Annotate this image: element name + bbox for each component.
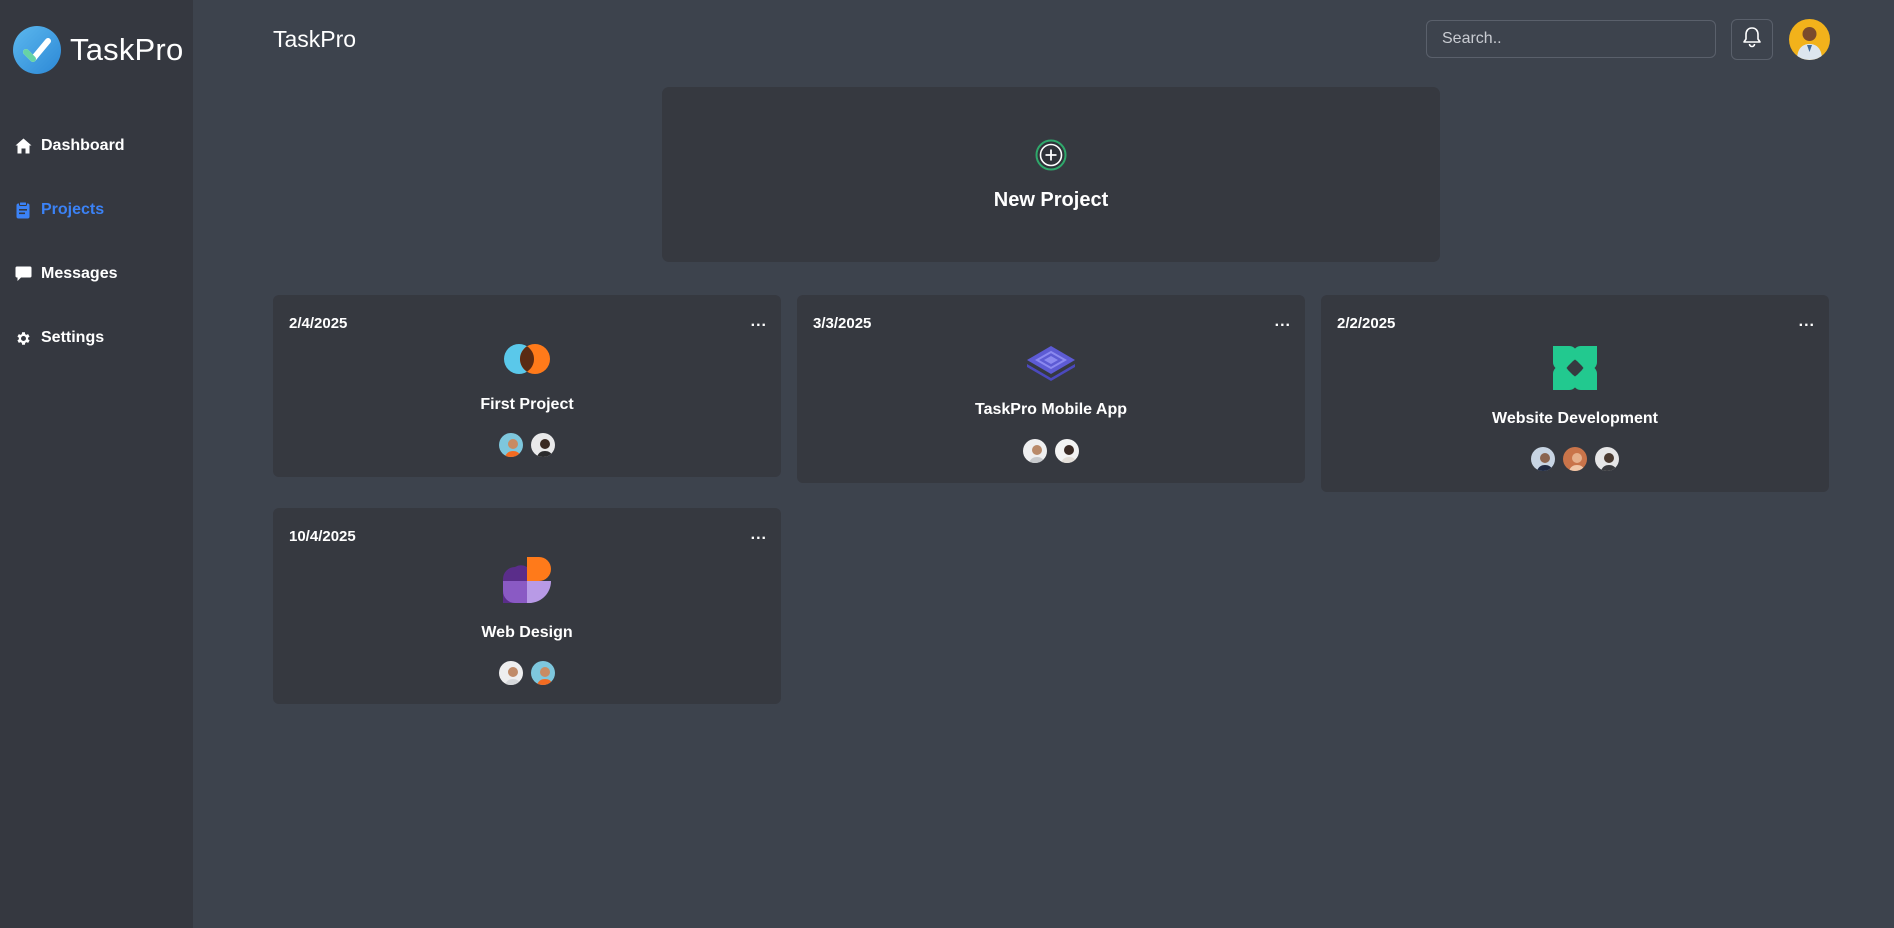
member-avatars xyxy=(273,431,781,459)
user-avatar[interactable] xyxy=(1789,19,1830,60)
member-avatars xyxy=(1321,445,1829,473)
more-options-button[interactable]: ... xyxy=(1799,313,1815,331)
more-options-button[interactable]: ... xyxy=(751,526,767,544)
brand-name: TaskPro xyxy=(70,32,184,67)
project-date: 3/3/2025 xyxy=(813,315,872,332)
member-avatars xyxy=(273,659,781,687)
clover-icon xyxy=(1551,344,1599,397)
chat-icon xyxy=(14,265,32,283)
avatar[interactable] xyxy=(497,659,525,687)
new-project-card[interactable]: New Project xyxy=(662,87,1440,262)
plus-circle-icon xyxy=(1035,139,1067,171)
project-name: Website Development xyxy=(1492,410,1658,427)
sidebar-item-label: Settings xyxy=(41,329,105,346)
avatar[interactable] xyxy=(529,659,557,687)
gear-icon xyxy=(14,329,32,347)
new-project-label: New Project xyxy=(993,189,1109,211)
project-card-taskpro-mobile-app[interactable]: 3/3/2025 ... TaskPro Mobile App xyxy=(797,295,1305,483)
project-name: TaskPro Mobile App xyxy=(974,401,1127,418)
sidebar-item-label: Dashboard xyxy=(41,137,125,154)
avatar[interactable] xyxy=(1053,437,1081,465)
avatar[interactable] xyxy=(1561,445,1589,473)
pie-blob-icon xyxy=(503,557,552,608)
project-card-first-project[interactable]: 2/4/2025 ... First Project xyxy=(273,295,781,477)
project-date: 10/4/2025 xyxy=(289,528,356,545)
sidebar-item-dashboard[interactable]: Dashboard xyxy=(14,137,125,155)
more-options-button[interactable]: ... xyxy=(1275,313,1291,331)
sidebar-item-label: Messages xyxy=(41,265,118,282)
avatar[interactable] xyxy=(1593,445,1621,473)
project-card-web-design[interactable]: 10/4/2025 ... Web Design xyxy=(273,508,781,704)
project-date: 2/2/2025 xyxy=(1337,315,1396,332)
avatar[interactable] xyxy=(497,431,525,459)
project-name: First Project xyxy=(480,396,574,413)
sidebar-item-settings[interactable]: Settings xyxy=(14,329,104,347)
page-title: TaskPro xyxy=(273,26,357,52)
sidebar-item-label: Projects xyxy=(41,201,105,218)
bell-icon xyxy=(1742,26,1762,53)
avatar[interactable] xyxy=(1529,445,1557,473)
sidebar-item-projects[interactable]: Projects xyxy=(14,201,104,219)
search-input[interactable] xyxy=(1426,20,1716,58)
home-icon xyxy=(14,137,32,155)
checkmark-logo-icon xyxy=(13,26,61,74)
project-card-website-development[interactable]: 2/2/2025 ... Website Development xyxy=(1321,295,1829,492)
overlapping-circles-icon xyxy=(503,343,551,380)
more-options-button[interactable]: ... xyxy=(751,313,767,331)
project-name: Web Design xyxy=(481,624,573,641)
clipboard-icon xyxy=(14,201,32,219)
sidebar: TaskPro Dashboard Projects Messages Sett… xyxy=(0,0,193,928)
stacked-layers-icon xyxy=(1025,342,1077,389)
brand[interactable]: TaskPro xyxy=(13,26,183,74)
avatar[interactable] xyxy=(1021,437,1049,465)
project-date: 2/4/2025 xyxy=(289,315,348,332)
avatar[interactable] xyxy=(529,431,557,459)
member-avatars xyxy=(797,437,1305,465)
sidebar-item-messages[interactable]: Messages xyxy=(14,265,118,283)
notifications-button[interactable] xyxy=(1731,19,1773,60)
